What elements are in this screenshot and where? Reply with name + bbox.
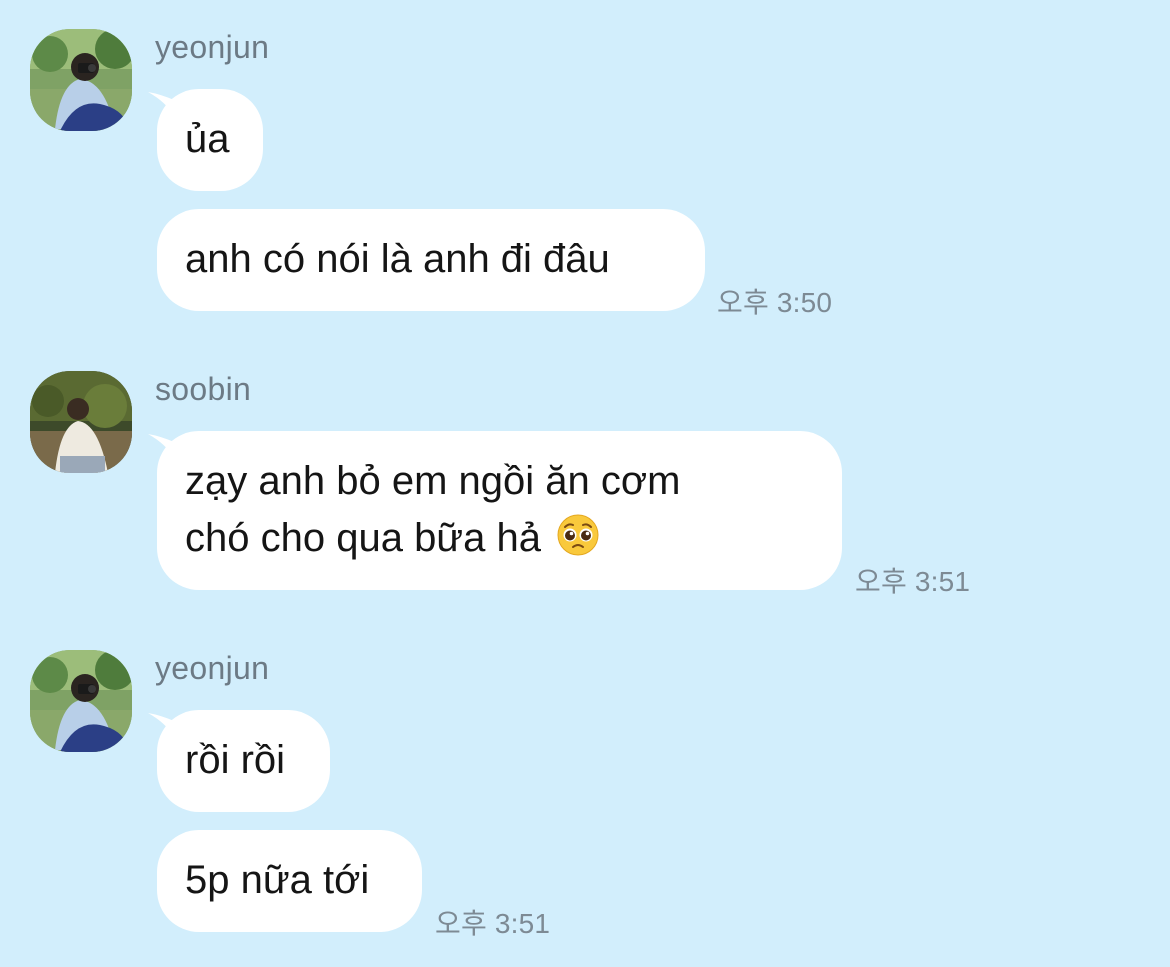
- message-bubble[interactable]: zạy anh bỏ em ngồi ăn cơm chó cho qua bữ…: [157, 431, 842, 590]
- message-timestamp: 오후 3:50: [717, 287, 833, 318]
- message-text: zạy anh bỏ em ngồi ăn cơm: [185, 459, 681, 503]
- message-text: 5p nữa tới: [185, 858, 370, 902]
- message-timestamp: 오후 3:51: [435, 908, 551, 939]
- message-bubble[interactable]: ủa: [157, 89, 263, 191]
- message-line: chó cho qua bữa hả: [185, 510, 814, 567]
- message-bubble[interactable]: 5p nữa tới: [157, 830, 422, 932]
- pleading-face-icon: [557, 514, 599, 556]
- message-text: rồi rồi: [185, 738, 286, 782]
- sender-name: soobin: [155, 371, 252, 407]
- message-text: anh có nói là anh đi đâu: [185, 237, 610, 281]
- sender-name: yeonjun: [155, 650, 270, 686]
- message-text: chó cho qua bữa hả: [185, 516, 541, 560]
- avatar-yeonjun[interactable]: [30, 29, 132, 131]
- message-bubble[interactable]: rồi rồi: [157, 710, 330, 812]
- sender-name: yeonjun: [155, 29, 270, 65]
- message-text: ủa: [185, 117, 230, 161]
- avatar-yeonjun[interactable]: [30, 650, 132, 752]
- avatar-soobin[interactable]: [30, 371, 132, 473]
- message-bubble[interactable]: anh có nói là anh đi đâu: [157, 209, 705, 311]
- message-timestamp: 오후 3:51: [855, 566, 971, 597]
